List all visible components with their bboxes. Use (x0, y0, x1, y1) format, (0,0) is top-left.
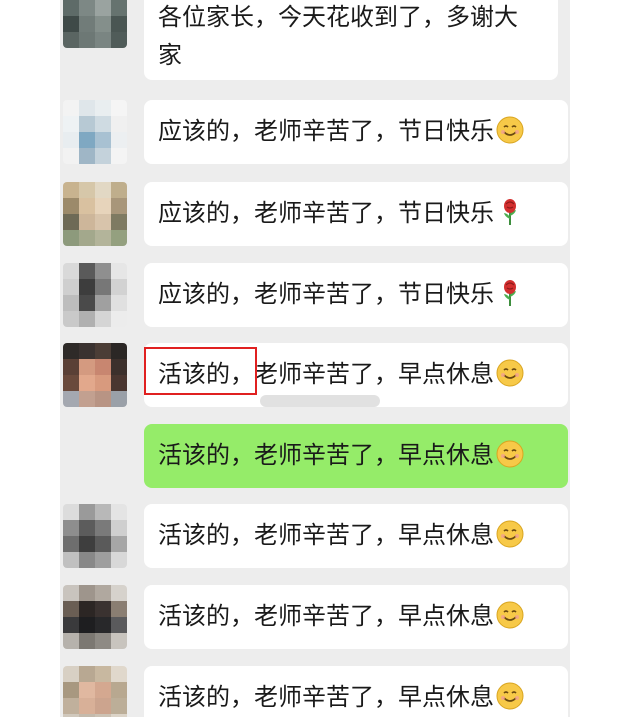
chat-area: 各位家长，今天花收到了，多谢大 家 应该的，老师辛苦了，节日快乐 应该的，老师辛… (60, 0, 570, 717)
message-bubble[interactable]: 应该的，老师辛苦了，节日快乐 (144, 100, 568, 164)
message-text: 活该的，老师辛苦了，早点休息 (158, 521, 494, 549)
message-bubble[interactable]: 活该的，老师辛苦了，早点休息 (144, 585, 568, 649)
message-row: 活该的，老师辛苦了，早点休息 (60, 424, 570, 488)
rose-emoji-icon (504, 280, 516, 306)
avatar[interactable] (63, 666, 127, 717)
message-row: 活该的，老师辛苦了，早点休息 (60, 585, 570, 649)
smile-emoji-icon (496, 682, 524, 710)
highlight-box (144, 347, 257, 395)
message-text: 活该的，老师辛苦了，早点休息 (158, 683, 494, 711)
message-bubble[interactable]: 活该的，老师辛苦了，早点休息 (144, 504, 568, 568)
rose-emoji-icon (504, 199, 516, 225)
message-text: 应该的，老师辛苦了，节日快乐 (158, 280, 494, 308)
blur-smudge (260, 395, 380, 407)
message-bubble[interactable]: 应该的，老师辛苦了，节日快乐 (144, 182, 568, 246)
avatar[interactable] (63, 343, 127, 407)
message-text: 应该的，老师辛苦了，节日快乐 (158, 199, 494, 227)
avatar[interactable] (63, 182, 127, 246)
message-row: 应该的，老师辛苦了，节日快乐 (60, 182, 570, 246)
avatar[interactable] (63, 100, 127, 164)
message-row: 活该的，老师辛苦了，早点休息 (60, 504, 570, 568)
avatar[interactable] (63, 585, 127, 649)
message-row: 活该的，老师辛苦了，早点休息 (60, 343, 570, 407)
smile-emoji-icon (496, 440, 524, 468)
message-row: 应该的，老师辛苦了，节日快乐 (60, 263, 570, 327)
message-bubble[interactable]: 应该的，老师辛苦了，节日快乐 (144, 263, 568, 327)
avatar[interactable] (63, 0, 127, 48)
smile-emoji-icon (496, 601, 524, 629)
smile-emoji-icon (496, 520, 524, 548)
message-row: 各位家长，今天花收到了，多谢大 家 (60, 0, 570, 80)
message-text: 活该的，老师辛苦了，早点休息 (158, 602, 494, 630)
message-text: 应该的，老师辛苦了，节日快乐 (158, 117, 494, 145)
smile-emoji-icon (496, 359, 524, 387)
message-row: 活该的，老师辛苦了，早点休息 (60, 666, 570, 717)
message-text-line-1: 各位家长，今天花收到了，多谢大 (158, 3, 518, 31)
message-bubble[interactable]: 各位家长，今天花收到了，多谢大 家 (144, 0, 558, 80)
smile-emoji-icon (496, 116, 524, 144)
self-message-bubble[interactable]: 活该的，老师辛苦了，早点休息 (144, 424, 568, 488)
avatar[interactable] (63, 263, 127, 327)
avatar[interactable] (63, 504, 127, 568)
message-row: 应该的，老师辛苦了，节日快乐 (60, 100, 570, 164)
message-text: 活该的，老师辛苦了，早点休息 (158, 441, 494, 469)
message-bubble[interactable]: 活该的，老师辛苦了，早点休息 (144, 666, 568, 717)
message-text-line-2: 家 (158, 41, 182, 69)
